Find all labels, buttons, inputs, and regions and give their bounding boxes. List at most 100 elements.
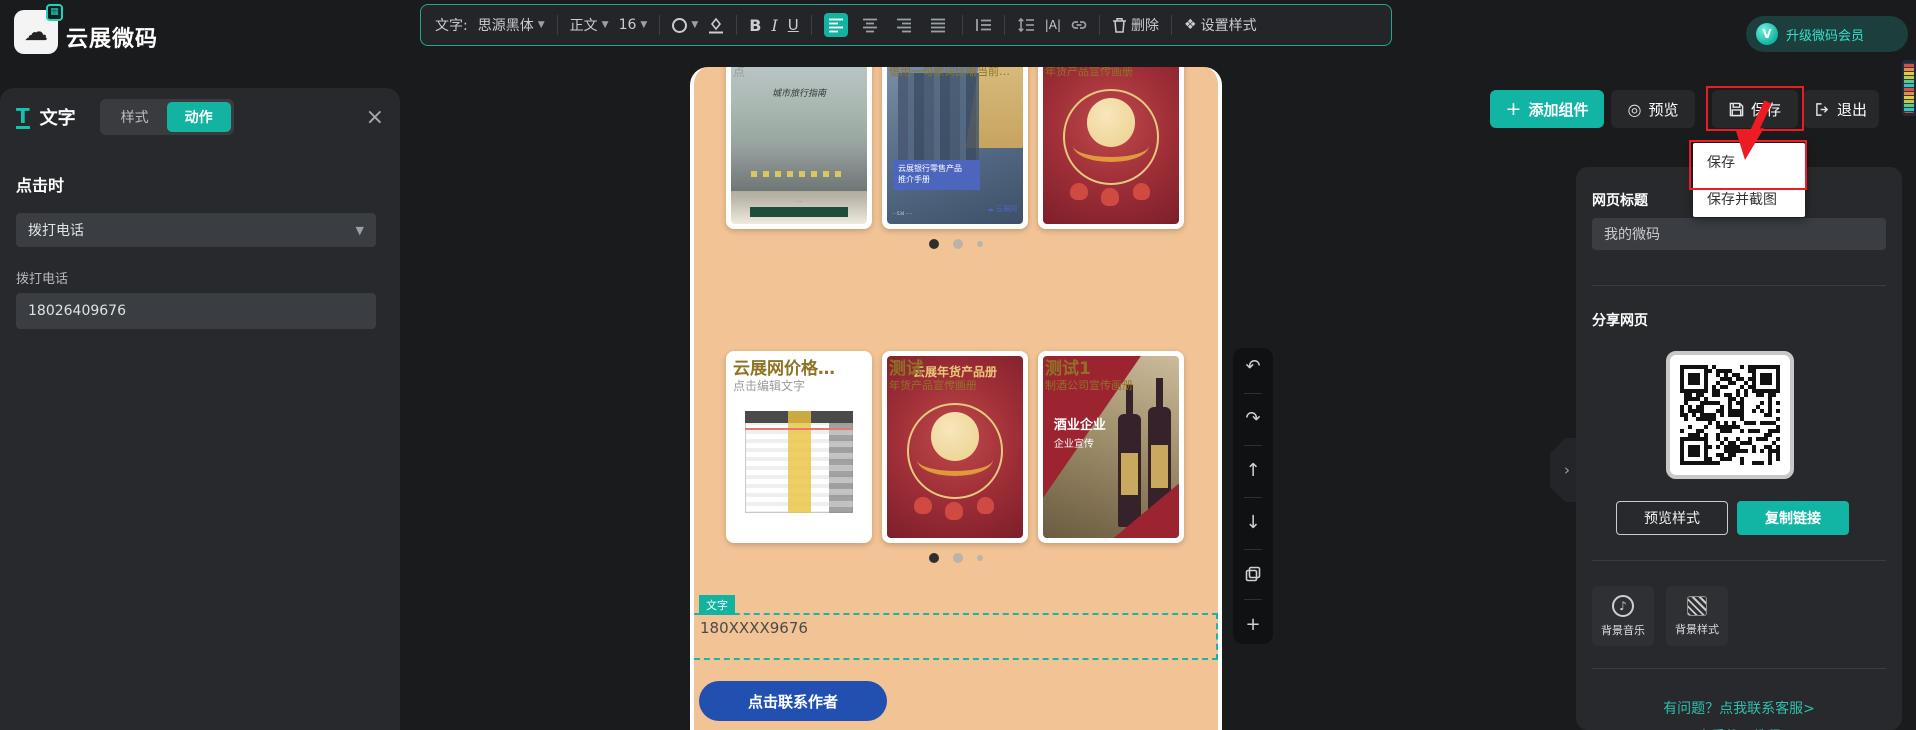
carousel-dot[interactable] xyxy=(977,555,983,561)
divider xyxy=(1171,15,1172,35)
carousel-dot[interactable] xyxy=(953,239,963,249)
add-component-button[interactable]: + 添加组件 xyxy=(1490,90,1604,128)
chevron-down-icon: ▼ xyxy=(602,20,609,30)
card-price-table[interactable]: 云展网价格… 点击编辑文字 xyxy=(726,351,872,543)
card-subtitle: 年货产品宣传画册 xyxy=(889,377,977,393)
duplicate-icon[interactable] xyxy=(1233,566,1273,582)
qr-badge-icon: ▦ xyxy=(46,4,63,21)
card-newyear-test[interactable]: 云展年货产品册 ······ 测试 年货产品宣传画册 xyxy=(882,351,1028,543)
menu-item-save-screenshot[interactable]: 保存并截图 xyxy=(1693,180,1805,217)
divider xyxy=(1592,560,1886,561)
app-title: 云展微码 xyxy=(66,21,158,53)
save-button[interactable]: 保存 xyxy=(1712,90,1798,128)
divider xyxy=(1244,549,1262,550)
contact-support-link[interactable]: 有问题？点我联系客服> xyxy=(1576,698,1902,718)
set-style-button[interactable]: ❖ 设置样式 xyxy=(1184,15,1257,35)
trash-icon xyxy=(1112,17,1127,33)
text-label: 文字: xyxy=(435,15,468,35)
tab-style[interactable]: 样式 xyxy=(103,102,167,132)
carousel-dot[interactable] xyxy=(929,553,939,563)
card-bank-test[interactable]: 云展银行零售产品推介手册 ···534 ····· ☁ 云展网 测试 借用一句歌… xyxy=(882,67,1028,229)
phone-input[interactable] xyxy=(16,293,376,329)
tab-action[interactable]: 动作 xyxy=(167,102,231,132)
panel-header: T 文字 样式 动作 × xyxy=(16,88,384,146)
color-stripes-icon xyxy=(1904,63,1914,113)
divider xyxy=(1004,15,1005,35)
line-height-button[interactable] xyxy=(1017,17,1035,33)
preview-style-button[interactable]: 预览样式 xyxy=(1616,501,1728,535)
font-size-select[interactable]: 16▼ xyxy=(619,17,648,33)
delete-button[interactable]: 删除 xyxy=(1112,15,1159,35)
align-justify-button[interactable] xyxy=(926,13,950,37)
align-center-icon xyxy=(862,17,878,33)
paragraph-style-select[interactable]: 正文▼ xyxy=(570,15,609,35)
card-city-travel[interactable]: 城市旅行指南 ····· 城市旅游特… 点 xyxy=(726,67,872,229)
member-v-icon: V xyxy=(1756,23,1778,45)
divider xyxy=(962,15,963,35)
font-family-select[interactable]: 思源黑体▼ xyxy=(478,15,545,35)
divider xyxy=(557,15,558,35)
underline-button[interactable]: U xyxy=(788,16,799,34)
exit-button[interactable]: 退出 xyxy=(1803,90,1879,128)
text-color-icon xyxy=(672,18,687,33)
page-canvas: 城市旅行指南 ····· 城市旅游特… 点 云展银行零售产品推介手册 ···53… xyxy=(690,67,1222,730)
card-title: 云展网价格… xyxy=(733,354,867,379)
contact-author-button[interactable]: 点击联系作者 xyxy=(699,681,887,721)
cloud-logo-icon: ☁ xyxy=(24,18,48,46)
italic-button[interactable]: I xyxy=(771,16,777,35)
align-right-icon xyxy=(896,17,912,33)
align-justify-icon xyxy=(930,17,946,33)
share-label: 分享网页 xyxy=(1592,310,1648,330)
selected-element-tag: 文字 xyxy=(699,595,735,615)
redo-icon[interactable]: ↷ xyxy=(1233,410,1273,428)
divider xyxy=(1592,285,1886,286)
card-subtitle: 点击编辑文字 xyxy=(733,377,805,394)
divider xyxy=(736,15,737,35)
page-title-label: 网页标题 xyxy=(1592,190,1648,210)
background-style-button[interactable]: 背景样式 xyxy=(1666,586,1728,646)
align-left-button[interactable] xyxy=(824,13,848,37)
move-down-icon[interactable]: ↓ xyxy=(1233,514,1273,532)
click-action-select[interactable]: 拨打电话 ▼ xyxy=(16,213,376,247)
add-element-icon[interactable]: + xyxy=(1233,616,1273,634)
upgrade-membership-button[interactable]: V 升级微码会员 xyxy=(1746,16,1908,52)
card-wine-test1[interactable]: 酒业企业 企业宣传 测试1 制酒公司宣传画册 xyxy=(1038,351,1184,543)
background-music-button[interactable]: ♪ 背景音乐 xyxy=(1592,586,1654,646)
newyear-poster-image: 云展年货产品册 ······ xyxy=(1043,67,1179,224)
indent-icon xyxy=(975,17,992,33)
menu-item-save[interactable]: 保存 xyxy=(1693,143,1805,180)
carousel-dot[interactable] xyxy=(929,239,939,249)
selected-text-value[interactable]: 180XXXX9676 xyxy=(700,619,808,637)
link-button[interactable] xyxy=(1071,17,1087,33)
indent-button[interactable] xyxy=(975,17,992,33)
save-dropdown-menu: 保存 保存并截图 xyxy=(1693,143,1805,217)
page-title-input[interactable] xyxy=(1592,218,1886,250)
bank-poster-image: 云展银行零售产品推介手册 ···534 ····· ☁ 云展网 xyxy=(887,67,1023,224)
text-format-toolbar: 文字: 思源黑体▼ 正文▼ 16▼ ▼ B I U |A| 删 xyxy=(420,4,1392,46)
browser-extension-widget[interactable] xyxy=(1902,60,1916,116)
copy-link-button[interactable]: 复制链接 xyxy=(1737,501,1849,535)
highlight-color-button[interactable] xyxy=(708,17,724,34)
style-diamond-icon: ❖ xyxy=(1184,17,1197,33)
divider xyxy=(659,15,660,35)
chevron-down-icon: ▼ xyxy=(691,20,698,30)
carousel-dot[interactable] xyxy=(977,241,983,247)
text-color-select[interactable]: ▼ xyxy=(672,18,698,33)
tutorial-link[interactable]: 查看使用教程 xyxy=(1576,726,1902,730)
carousel-dot[interactable] xyxy=(953,553,963,563)
align-right-button[interactable] xyxy=(892,13,916,37)
align-center-button[interactable] xyxy=(858,13,882,37)
bold-button[interactable]: B xyxy=(749,16,761,35)
close-icon[interactable]: × xyxy=(366,105,384,130)
card-123[interactable]: 云展年货产品册 ······ 123 年货产品宣传画册 xyxy=(1038,67,1184,229)
panel-tabs: 样式 动作 xyxy=(100,99,234,135)
text-type-icon: T xyxy=(16,106,30,129)
on-click-heading: 点击时 xyxy=(16,172,64,196)
letter-spacing-button[interactable]: |A| xyxy=(1045,18,1061,32)
card-subtitle: 年货产品宣传画册 xyxy=(1045,67,1133,79)
preview-button[interactable]: ◎ 预览 xyxy=(1611,90,1695,128)
move-up-icon[interactable]: ↑ xyxy=(1233,462,1273,480)
chevron-right-icon: › xyxy=(1564,461,1570,479)
chevron-down-icon: ▼ xyxy=(356,224,364,237)
undo-icon[interactable]: ↶ xyxy=(1233,358,1273,376)
